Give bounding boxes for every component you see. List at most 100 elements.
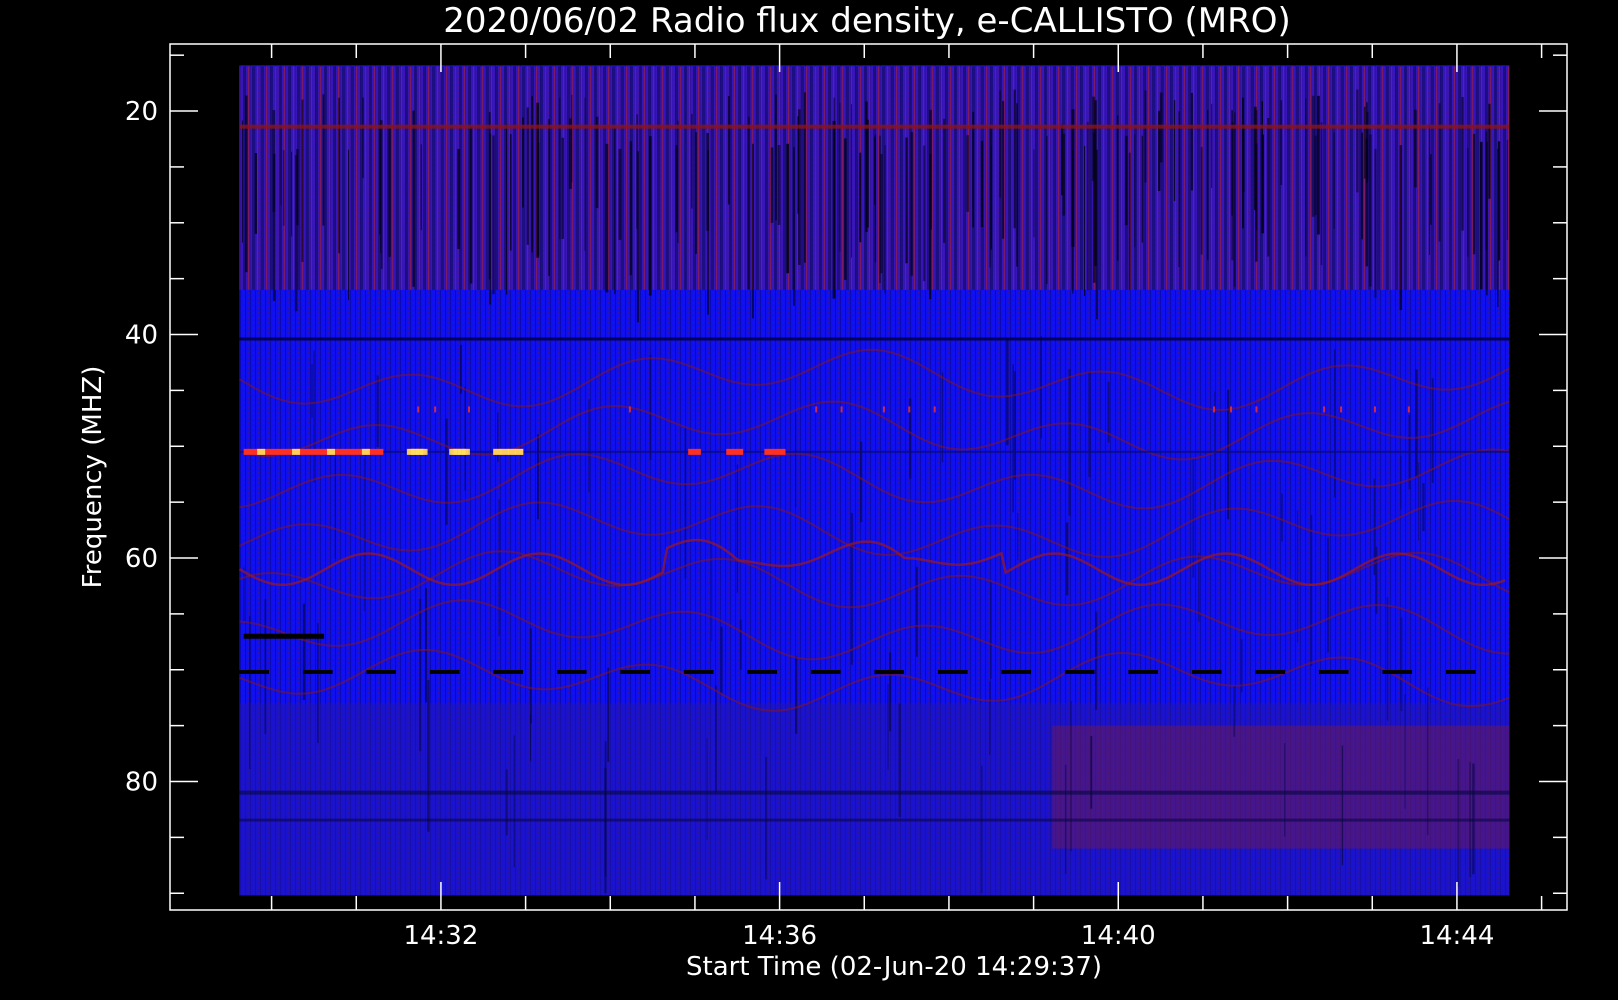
x-tick-label: 14:44 <box>1419 921 1494 951</box>
y-tick-label: 80 <box>125 767 158 797</box>
streak <box>1116 115 1119 261</box>
dark-dotted-band-mark <box>1001 669 1032 674</box>
streak <box>618 148 622 240</box>
dotted-band-mark <box>1255 406 1258 413</box>
streak <box>1095 611 1098 710</box>
streak <box>1017 513 1019 561</box>
streak <box>605 143 609 293</box>
streak <box>711 540 713 641</box>
streak <box>376 375 379 448</box>
streak <box>588 399 590 493</box>
streak <box>1200 147 1203 255</box>
streak <box>1284 743 1286 837</box>
x-axis-label: Start Time (02-Jun-20 14:29:37) <box>686 952 1102 982</box>
streak <box>1013 89 1016 229</box>
dark-dotted-band-mark <box>620 669 651 674</box>
dark-line-67mhz <box>243 633 325 639</box>
hot-band-peak <box>326 448 335 455</box>
dark-dotted-band-mark <box>302 669 333 674</box>
streak <box>1316 95 1320 235</box>
dark-dotted-band-mark <box>239 669 270 674</box>
streak <box>1417 462 1420 541</box>
streak <box>1178 111 1180 268</box>
streak <box>531 96 533 253</box>
streak <box>347 149 350 301</box>
streak <box>445 418 448 525</box>
streak <box>1158 110 1161 192</box>
dark-dotted-band-mark <box>937 669 968 674</box>
streak <box>1173 100 1176 201</box>
streak <box>313 350 315 483</box>
streak <box>751 143 754 319</box>
streak <box>859 152 862 243</box>
streak <box>889 652 892 732</box>
streak <box>362 97 364 179</box>
streak <box>537 434 539 520</box>
streak <box>522 117 524 208</box>
streak <box>1310 514 1313 667</box>
hot-band-peak <box>257 448 266 455</box>
streak <box>629 141 632 276</box>
streak <box>803 92 806 263</box>
dark-dotted-band-mark <box>1445 669 1476 674</box>
streak <box>859 441 863 523</box>
band-50mhz-bg <box>239 450 1510 453</box>
streak <box>317 623 319 744</box>
streak <box>513 735 515 868</box>
streak <box>770 147 774 223</box>
streak <box>301 99 304 262</box>
streak <box>866 119 869 228</box>
streak <box>922 145 926 282</box>
streak <box>388 128 391 257</box>
streak <box>1506 139 1509 240</box>
streak <box>844 138 847 280</box>
streak <box>1466 147 1469 257</box>
hot-band-segment <box>726 448 744 455</box>
dotted-band-mark <box>882 406 885 413</box>
streak <box>980 140 984 228</box>
streak <box>1255 143 1258 262</box>
streak <box>706 738 708 840</box>
dark-dotted-band-mark <box>1064 669 1095 674</box>
streak <box>1311 95 1315 217</box>
streak <box>884 145 886 294</box>
streak <box>795 412 797 508</box>
streak <box>506 124 508 295</box>
streak <box>1314 135 1317 216</box>
hot-band-peak <box>292 448 301 455</box>
streak <box>675 145 678 233</box>
dotted-band-mark <box>417 406 420 413</box>
streak <box>966 135 970 212</box>
streak <box>584 97 586 251</box>
streak <box>990 582 992 679</box>
y-tick-label: 20 <box>125 97 158 127</box>
streak <box>282 150 285 226</box>
streak <box>1320 122 1323 266</box>
y-axis-label: Frequency (MHZ) <box>78 366 108 589</box>
streak <box>727 96 730 205</box>
streak <box>990 128 992 251</box>
streak <box>1479 141 1483 290</box>
streak <box>1134 134 1136 248</box>
streak <box>1240 639 1243 693</box>
streak <box>1400 617 1403 711</box>
dark-dotted-band-mark <box>810 669 841 674</box>
streak <box>1356 89 1359 193</box>
streak <box>254 153 257 234</box>
streak <box>1429 154 1432 225</box>
streak <box>765 757 768 880</box>
streak <box>1068 369 1071 516</box>
streak <box>1281 493 1283 542</box>
streak <box>677 120 679 244</box>
chart-title: 2020/06/02 Radio flux density, e-CALLIST… <box>443 1 1291 41</box>
dark-dotted-band-mark <box>1255 669 1286 674</box>
streak <box>943 118 946 243</box>
dotted-band-mark <box>1407 406 1410 413</box>
streak <box>1072 150 1074 294</box>
streak <box>1363 106 1366 179</box>
streak <box>1333 132 1335 229</box>
streak <box>311 364 313 418</box>
dark-dotted-band-mark <box>1318 669 1349 674</box>
streak <box>243 567 245 622</box>
dark-dotted-band-mark <box>366 669 397 674</box>
